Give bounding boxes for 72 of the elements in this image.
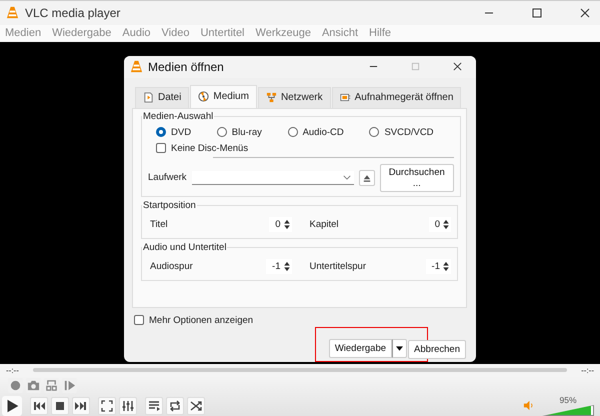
drive-dropdown[interactable] [192, 170, 354, 185]
shuffle-icon[interactable] [187, 396, 205, 414]
close-icon[interactable] [453, 62, 462, 72]
eject-icon [363, 174, 372, 183]
group-title: Medien-Auswahl [142, 110, 214, 122]
loop-ab-icon[interactable] [44, 378, 59, 393]
eject-button[interactable] [359, 170, 376, 186]
chevron-icon [343, 174, 352, 180]
play-button[interactable]: Wiedergabe [328, 338, 392, 358]
radio-option[interactable]: Audio-CD [288, 126, 344, 138]
maximize-icon[interactable] [532, 8, 542, 18]
network-icon [266, 92, 277, 104]
checkbox-label: Mehr Optionen anzeigen [149, 314, 254, 326]
spin-box[interactable]: 0 [428, 216, 451, 232]
capture-card-icon [340, 92, 351, 104]
radio-button[interactable] [156, 127, 166, 138]
file-icon [143, 92, 154, 104]
spin-box[interactable]: -1 [266, 258, 292, 274]
caret-icon [396, 346, 404, 351]
group-title: Startposition [142, 200, 197, 211]
tab[interactable]: Datei [135, 86, 190, 108]
up-down-arrows-icon [282, 260, 290, 273]
checkbox[interactable] [134, 315, 144, 326]
next-icon[interactable] [72, 396, 90, 414]
up-down-arrows-icon [282, 218, 290, 231]
spin-box[interactable]: -1 [426, 258, 451, 274]
dropdown-button[interactable] [392, 338, 408, 358]
cancel-button[interactable]: Abbrechen [408, 340, 466, 359]
stop-icon[interactable] [51, 396, 69, 414]
radio-button[interactable] [288, 127, 298, 138]
equalizer-icon[interactable] [119, 396, 137, 414]
field-label: Audiospur [149, 260, 194, 272]
checkbox[interactable] [156, 143, 166, 154]
browse-button[interactable]: Durchsuchen ... [380, 164, 454, 192]
volume-reading: 95% [559, 395, 576, 405]
field-label: Untertitelspur [308, 260, 367, 272]
close-icon[interactable] [580, 8, 590, 18]
up-down-arrows-icon [442, 260, 450, 273]
radio-option[interactable]: DVD [156, 126, 192, 138]
fullscreen-icon[interactable] [98, 396, 116, 414]
radio-button[interactable] [369, 127, 380, 138]
radio-label: SVCD/VCD [384, 126, 434, 138]
previous-icon[interactable] [30, 396, 48, 414]
playlist-icon[interactable] [145, 396, 163, 414]
radio-button[interactable] [216, 127, 227, 138]
maximize-icon [411, 62, 420, 72]
radio-label: DVD [171, 126, 192, 138]
up-down-arrows-icon [442, 218, 450, 231]
drive-label: Laufwerk [148, 172, 187, 184]
radio-label: Blu-ray [232, 126, 262, 138]
field-label: Kapitel [308, 218, 340, 230]
group-title: Audio und Untertitel [142, 242, 228, 253]
tab[interactable]: Medium [190, 84, 257, 108]
frame-step-icon[interactable] [62, 378, 77, 393]
window-title: VLC media player [25, 6, 120, 20]
disc-icon [198, 91, 210, 102]
loop-icon[interactable] [166, 396, 184, 414]
play-icon[interactable] [2, 396, 22, 416]
traffic-cone-icon [130, 60, 143, 74]
elapsed-time: --:-- [6, 366, 19, 375]
radio-label: Audio-CD [302, 126, 344, 138]
radio-option[interactable]: Blu-ray [216, 126, 262, 138]
field-label: Titel [149, 218, 169, 230]
tab[interactable]: Netzwerk [258, 86, 331, 108]
dialog-title: Medien öffnen [148, 60, 224, 74]
total-time: --:-- [581, 366, 594, 375]
checkbox-label: Keine Disc-Menüs [171, 142, 248, 154]
camera-icon[interactable] [26, 378, 41, 393]
traffic-cone-icon [6, 6, 19, 20]
tab[interactable]: Aufnahmegerät öffnen [332, 86, 462, 108]
radio-option[interactable]: SVCD/VCD [369, 126, 434, 138]
spin-box[interactable]: 0 [269, 216, 292, 232]
